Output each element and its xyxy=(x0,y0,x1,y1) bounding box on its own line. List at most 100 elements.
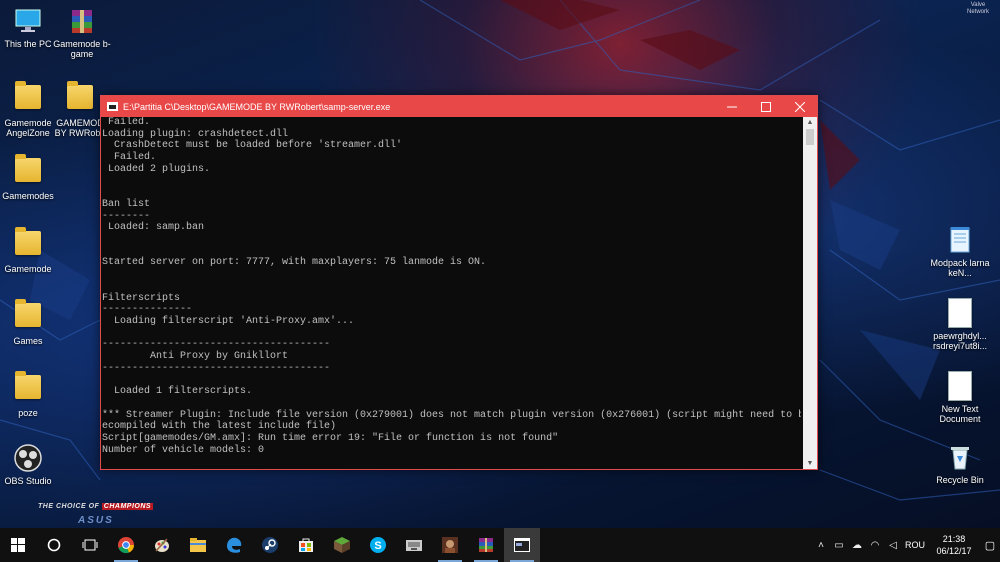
desktop-icon-obs-studio[interactable]: OBS Studio xyxy=(0,443,59,486)
desktop-icon-new-text-document[interactable]: New Text Document xyxy=(929,370,991,424)
explorer-taskbar-button[interactable] xyxy=(180,528,216,562)
desktop-icon-label: Gamemodes xyxy=(2,191,54,201)
console-taskbar-button[interactable] xyxy=(504,528,540,562)
desktop-icon-label: OBS Studio xyxy=(4,476,52,486)
file-explorer-icon xyxy=(190,538,206,552)
game-taskbar-button[interactable] xyxy=(432,528,468,562)
paint-taskbar-button[interactable] xyxy=(144,528,180,562)
console-line: --------------- xyxy=(102,304,193,316)
start-button[interactable] xyxy=(0,528,36,562)
desktop-icon-games[interactable]: Games xyxy=(0,299,59,346)
task-view-icon xyxy=(82,539,98,551)
desktop-icon-poze[interactable]: poze xyxy=(0,371,59,418)
folder-icon xyxy=(13,371,43,405)
window-title: E:\Partitia C\Desktop\GAMEMODE BY RWRobe… xyxy=(123,101,391,112)
task-view-button[interactable] xyxy=(72,528,108,562)
windows-logo-icon xyxy=(11,538,25,552)
scroll-down-arrow-icon[interactable]: ▼ xyxy=(803,458,817,469)
folder-icon xyxy=(13,227,43,261)
volume-icon[interactable]: ◁ xyxy=(884,540,902,551)
desktop-icon-paewrghdyl[interactable]: paewrghdyl... rsdreyi7ut8i... xyxy=(929,297,991,351)
cortana-circle-icon xyxy=(47,538,61,552)
minecraft-icon xyxy=(334,537,350,553)
console-line: *** Streamer Plugin: Include file versio… xyxy=(102,409,801,421)
chevron-up-icon[interactable]: ˄ xyxy=(812,540,830,551)
folder-icon xyxy=(13,299,43,333)
window-title-bar[interactable]: E:\Partitia C\Desktop\GAMEMODE BY RWRobe… xyxy=(101,96,817,117)
clock[interactable]: 21:38 06/12/17 xyxy=(928,533,980,557)
desktop-icon-label: GAMEMOD BY RWRobe xyxy=(54,118,106,138)
clock-time: 21:38 xyxy=(942,534,966,544)
edge-icon xyxy=(227,537,242,553)
asus-logo: ASUS xyxy=(78,515,114,526)
edge-taskbar-button[interactable] xyxy=(216,528,252,562)
slogan-highlight: CHAMPIONS xyxy=(101,503,154,510)
console-output[interactable]: Failed. Loading plugin: crashdetect.dll … xyxy=(101,117,801,469)
console-line: Anti Proxy by Gnikllort xyxy=(150,351,289,363)
console-line: Started server on port: 7777, with maxpl… xyxy=(102,257,487,269)
console-line: Ban list xyxy=(102,198,151,210)
folder-icon xyxy=(65,81,95,115)
desktop-icon-recycle-bin[interactable]: Recycle Bin xyxy=(929,442,991,485)
console-line: Loaded: samp.ban xyxy=(108,222,205,234)
language-indicator[interactable]: ROU xyxy=(902,540,928,550)
network-icon[interactable]: ◠ xyxy=(866,540,884,551)
console-line: Failed. xyxy=(114,152,157,164)
desktop-icon-gamemode[interactable]: Gamemode xyxy=(0,227,59,274)
vertical-scrollbar[interactable]: ▲ ▼ xyxy=(803,117,817,469)
desktop-icon-label: Gamemode AngelZone xyxy=(4,118,52,138)
winrar-taskbar-button[interactable] xyxy=(468,528,504,562)
svg-text:S: S xyxy=(374,540,381,552)
slogan-prefix: THE CHOICE OF xyxy=(38,503,100,510)
minecraft-taskbar-button[interactable] xyxy=(324,528,360,562)
console-line: Failed. xyxy=(108,117,151,128)
this-pc-icon xyxy=(13,6,43,36)
clock-date: 06/12/17 xyxy=(936,546,972,556)
document-icon xyxy=(945,371,975,401)
skype-taskbar-button[interactable]: S xyxy=(360,528,396,562)
console-line: -------------------------------------- xyxy=(102,362,331,374)
chrome-taskbar-button[interactable] xyxy=(108,528,144,562)
console-text: Failed. Loading plugin: crashdetect.dll … xyxy=(101,117,801,456)
recycle-bin-icon xyxy=(945,442,975,472)
desktop-icon-label: Gamemode xyxy=(4,264,52,274)
maximize-icon xyxy=(761,101,771,112)
taskbar: S ˄ ▭ ☁ ◠ ◁ ROU 21:38 06/12/17 ▢ xyxy=(0,528,1000,562)
console-line: Loaded 1 filterscripts. xyxy=(114,386,253,398)
store-taskbar-button[interactable] xyxy=(288,528,324,562)
cortana-button[interactable] xyxy=(36,528,72,562)
chrome-icon xyxy=(118,537,135,554)
desktop-icon-label: paewrghdyl... rsdreyi7ut8i... xyxy=(932,331,988,351)
steam-taskbar-button[interactable] xyxy=(252,528,288,562)
minimize-button[interactable] xyxy=(715,96,749,117)
console-window[interactable]: E:\Partitia C\Desktop\GAMEMODE BY RWRobe… xyxy=(100,95,818,470)
maximize-button[interactable] xyxy=(749,96,783,117)
wallpaper-slogan: THE CHOICE OF CHAMPIONS xyxy=(38,503,154,510)
desktop-icon-gamemode-b-game[interactable]: Gamemode b-game xyxy=(51,6,113,59)
scrollbar-thumb[interactable] xyxy=(806,129,814,145)
console-line: -------------------------------------- xyxy=(102,339,331,351)
document-icon xyxy=(945,298,975,328)
scroll-up-arrow-icon[interactable]: ▲ xyxy=(803,117,817,128)
console-line: -------- xyxy=(102,210,151,222)
winrar-archive-icon xyxy=(67,6,97,36)
desktop-icon-gamemodes[interactable]: Gamemodes xyxy=(0,154,59,201)
desktop-icon-label: Modpack larna keN... xyxy=(930,258,990,278)
console-line: CrashDetect must be loaded before 'strea… xyxy=(114,140,403,152)
console-line: Loaded 2 plugins. xyxy=(108,163,211,175)
close-icon xyxy=(795,101,805,112)
corner-watermark: Valve Network xyxy=(966,2,989,15)
desktop-icon-modpack[interactable]: Modpack larna keN... xyxy=(929,225,991,278)
battery-icon[interactable]: ▭ xyxy=(830,540,848,551)
samp-taskbar-button[interactable] xyxy=(396,528,432,562)
store-icon xyxy=(299,538,313,552)
winrar-icon xyxy=(479,538,493,552)
folder-icon xyxy=(13,154,43,188)
cloud-icon[interactable]: ☁ xyxy=(848,540,866,551)
close-button[interactable] xyxy=(783,96,817,117)
desktop-icon-label: This the PC xyxy=(4,39,52,49)
folder-icon xyxy=(13,81,43,115)
notification-icon[interactable]: ▢ xyxy=(980,539,1000,552)
console-line: Number of vehicle models: 0 xyxy=(102,444,265,456)
minimize-icon xyxy=(727,106,737,107)
